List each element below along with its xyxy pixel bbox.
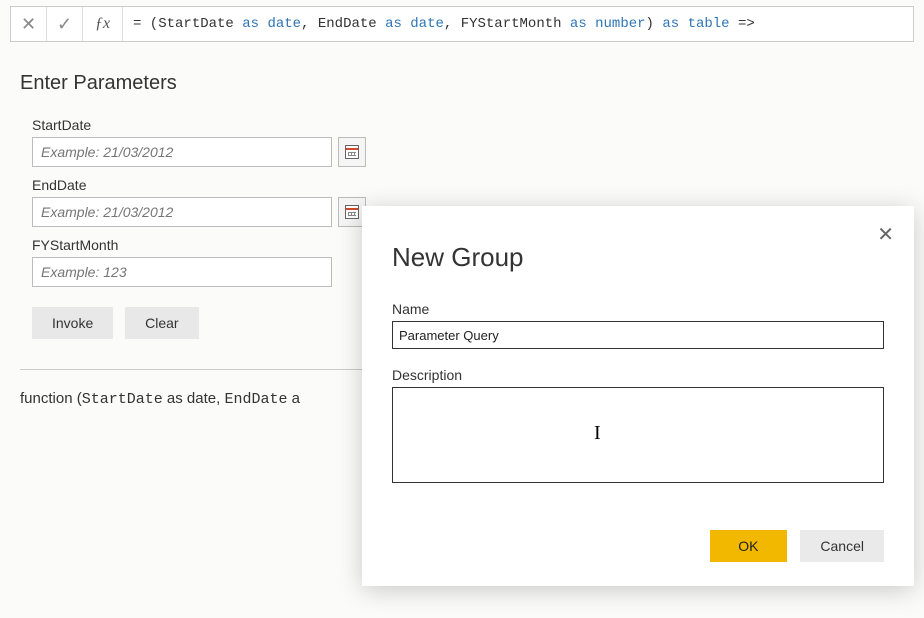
cancel-button[interactable]: Cancel <box>800 530 884 562</box>
enddate-label: EndDate <box>32 177 904 193</box>
invoke-button[interactable]: Invoke <box>32 307 113 339</box>
formula-keyword: as date <box>385 16 444 32</box>
x-icon: ✕ <box>21 14 36 35</box>
section-title: Enter Parameters <box>20 72 904 95</box>
ok-button[interactable]: OK <box>710 530 786 562</box>
cancel-formula-button[interactable]: ✕ <box>11 7 47 41</box>
clear-button[interactable]: Clear <box>125 307 198 339</box>
formula-token: => <box>730 16 755 32</box>
startdate-label: StartDate <box>32 117 904 133</box>
fystartmonth-input[interactable] <box>32 257 332 287</box>
check-icon: ✓ <box>57 14 72 35</box>
formula-input[interactable]: = (StartDate as date, EndDate as date, F… <box>123 16 913 32</box>
formula-token: , <box>444 16 461 32</box>
formula-keyword: as number <box>570 16 646 32</box>
formula-token: , <box>301 16 318 32</box>
description-label: Description <box>392 367 884 383</box>
close-button[interactable]: ✕ <box>877 222 894 247</box>
name-input[interactable] <box>392 321 884 349</box>
formula-token: EndDate <box>318 16 385 32</box>
calendar-icon <box>345 205 359 219</box>
formula-token: = ( <box>133 16 158 32</box>
formula-bar: ✕ ✓ ƒx = (StartDate as date, EndDate as … <box>10 6 914 42</box>
calendar-icon <box>345 145 359 159</box>
confirm-formula-button[interactable]: ✓ <box>47 7 83 41</box>
new-group-dialog: ✕ New Group Name Description I OK Cancel <box>362 206 914 586</box>
name-label: Name <box>392 301 884 317</box>
formula-token: FYStartMonth <box>461 16 570 32</box>
description-textarea[interactable] <box>392 387 884 483</box>
enddate-input[interactable] <box>32 197 332 227</box>
formula-keyword: as table <box>662 16 729 32</box>
formula-token: StartDate <box>158 16 242 32</box>
dialog-title: New Group <box>392 242 884 273</box>
formula-keyword: as date <box>242 16 301 32</box>
startdate-picker-button[interactable] <box>338 137 366 167</box>
close-icon: ✕ <box>877 224 894 246</box>
fx-icon: ƒx <box>83 7 123 41</box>
formula-token: ) <box>646 16 663 32</box>
startdate-input[interactable] <box>32 137 332 167</box>
